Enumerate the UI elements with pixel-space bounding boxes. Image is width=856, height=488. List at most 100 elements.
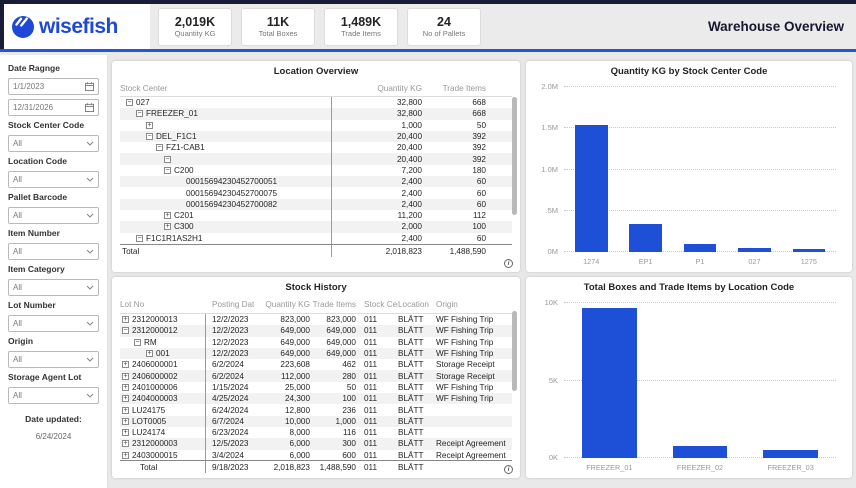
table-row[interactable]: + C300 2,000 100 — [120, 221, 512, 232]
column-header-trade-items[interactable]: Trade Items — [422, 84, 486, 93]
table-row[interactable]: 00015694230452700051 2,400 60 — [120, 176, 512, 187]
table-row[interactable]: + 2404000003 4/25/2024 24,300 100 011 BL… — [120, 393, 512, 404]
expand-collapse-icon[interactable]: + — [122, 395, 129, 402]
calendar-icon[interactable] — [85, 103, 94, 112]
origin-cell: Receipt Agreement — [434, 439, 512, 448]
table-row[interactable]: + LU24175 6/24/2024 12,800 236 011 BLÅTT — [120, 404, 512, 415]
expand-collapse-icon[interactable]: − — [122, 327, 129, 334]
expand-collapse-icon[interactable]: + — [122, 407, 129, 414]
expand-collapse-icon[interactable]: − — [146, 133, 153, 140]
origin-cell: Receipt Agreement — [434, 451, 512, 460]
expand-collapse-icon[interactable]: + — [122, 440, 129, 447]
bar-FREEZER_01[interactable] — [582, 308, 636, 458]
stock-center-cell: 011 — [356, 406, 398, 415]
table-row[interactable]: + 2403000015 3/4/2024 6,000 600 011 BLÅT… — [120, 450, 512, 460]
expand-collapse-icon[interactable]: + — [122, 452, 129, 459]
table-row[interactable]: + 1,000 50 — [120, 120, 512, 131]
expand-collapse-icon[interactable]: − — [164, 167, 171, 174]
table-row[interactable]: + 2401000006 1/15/2024 25,000 50 011 BLÅ… — [120, 382, 512, 393]
table-row[interactable]: − C200 7,200 180 — [120, 165, 512, 176]
filter-dropdown[interactable]: All — [8, 171, 99, 188]
vertical-scrollbar[interactable] — [512, 311, 517, 391]
table-row[interactable]: − FZ1-CAB1 20,400 392 — [120, 142, 512, 153]
table-row[interactable]: − DEL_F1C1 20,400 392 — [120, 131, 512, 142]
table-row[interactable]: + 001 12/2/2023 649,000 649,000 011 BLÅT… — [120, 348, 512, 359]
filter-dropdown[interactable]: All — [8, 243, 99, 260]
table-row[interactable]: − F1C1R1AS2H1 2,400 60 — [120, 233, 512, 244]
bar-FREEZER_02[interactable] — [673, 446, 727, 458]
expand-collapse-icon[interactable]: − — [136, 110, 143, 117]
filter-dropdown[interactable]: All — [8, 315, 99, 332]
filter-group: Storage Agent Lot All — [8, 372, 99, 404]
vertical-scrollbar[interactable] — [512, 97, 517, 215]
table-row[interactable]: − 027 32,800 668 — [120, 97, 512, 108]
filter-label: Lot Number — [8, 300, 99, 310]
bar-P1[interactable] — [684, 244, 717, 252]
expand-collapse-icon[interactable]: − — [126, 99, 133, 106]
bar-1274[interactable] — [575, 125, 608, 252]
filter-dropdown[interactable]: All — [8, 135, 99, 152]
column-header-trade-items[interactable]: Trade Items — [310, 300, 356, 309]
bar-1275[interactable] — [793, 249, 826, 252]
posting-date-cell: 12/2/2023 — [206, 315, 254, 324]
table-row[interactable]: − RM 12/2/2023 649,000 649,000 011 BLÅTT… — [120, 337, 512, 348]
expand-collapse-icon[interactable]: + — [122, 361, 129, 368]
table-row[interactable]: + C201 11,200 112 — [120, 210, 512, 221]
calendar-icon[interactable] — [85, 82, 94, 91]
column-header-location[interactable]: Location — [398, 300, 434, 309]
kpi-card[interactable]: 24 No of Pallets — [407, 8, 481, 46]
table-row[interactable]: + LU24174 6/23/2024 8,000 116 011 BLÅTT — [120, 427, 512, 438]
table-row[interactable]: − 2312000012 12/2/2023 649,000 649,000 0… — [120, 325, 512, 336]
column-header-quantity-kg[interactable]: Quantity KG ▼ — [254, 300, 310, 309]
bar-027[interactable] — [738, 248, 771, 252]
trade-items-cell: 60 — [422, 234, 486, 243]
bar-EP1[interactable] — [629, 224, 662, 252]
date-from-input[interactable]: 1/1/2023 — [8, 78, 99, 95]
table-row[interactable]: 00015694230452700082 2,400 60 — [120, 199, 512, 210]
info-icon[interactable]: i — [504, 465, 513, 474]
kpi-card[interactable]: 1,489K Trade Items — [324, 8, 398, 46]
expand-collapse-icon[interactable]: + — [122, 384, 129, 391]
column-header-lot-no[interactable]: Lot No — [120, 300, 206, 309]
table-row[interactable]: 00015694230452700075 2,400 60 — [120, 187, 512, 198]
info-icon[interactable]: i — [504, 259, 513, 268]
table-row[interactable]: − 20,400 392 — [120, 153, 512, 164]
date-range-label: Date Ragnge — [8, 63, 99, 73]
expand-collapse-icon[interactable]: + — [122, 373, 129, 380]
filter-dropdown[interactable]: All — [8, 207, 99, 224]
expand-collapse-icon[interactable]: + — [122, 316, 129, 323]
bar-FREEZER_03[interactable] — [763, 450, 817, 458]
expand-collapse-icon[interactable]: + — [122, 418, 129, 425]
expand-collapse-icon[interactable]: − — [136, 235, 143, 242]
chart-title: Total Boxes and Trade Items by Location … — [526, 277, 852, 293]
column-header-origin[interactable]: Origin — [434, 300, 512, 309]
expand-collapse-icon[interactable]: + — [164, 223, 171, 230]
expand-collapse-icon[interactable]: + — [164, 212, 171, 219]
expand-collapse-icon[interactable]: + — [146, 350, 153, 357]
column-header-quantity-kg[interactable]: Quantity KG — [332, 84, 422, 93]
filter-dropdown[interactable]: All — [8, 279, 99, 296]
expand-collapse-icon[interactable]: + — [122, 429, 129, 436]
table-row[interactable]: − FREEZER_01 32,800 668 — [120, 108, 512, 119]
expand-collapse-icon[interactable]: + — [146, 122, 153, 129]
location-cell: BLÅTT — [398, 338, 434, 347]
column-header-stock-center[interactable]: Stock Center — [120, 84, 332, 93]
table-row[interactable]: + 2312000013 12/2/2023 823,000 823,000 0… — [120, 314, 512, 325]
date-to-input[interactable]: 12/31/2026 — [8, 99, 99, 116]
column-header-stock-center[interactable]: Stock Center — [356, 300, 398, 309]
expand-collapse-icon[interactable]: − — [156, 144, 163, 151]
kpi-card[interactable]: 11K Total Boxes — [241, 8, 315, 46]
stock-center-cell: 011 — [356, 349, 398, 358]
stock-center-cell: FZ1-CAB1 — [166, 143, 205, 152]
filter-dropdown[interactable]: All — [8, 387, 99, 404]
trade-items-cell: 392 — [422, 155, 486, 164]
table-row[interactable]: + 2406000002 6/2/2024 112,000 280 011 BL… — [120, 370, 512, 381]
table-row[interactable]: + 2406000001 6/2/2024 223,608 462 011 BL… — [120, 359, 512, 370]
filter-dropdown[interactable]: All — [8, 351, 99, 368]
column-header-posting-date[interactable]: Posting Date — [206, 300, 254, 309]
expand-collapse-icon[interactable]: − — [134, 339, 141, 346]
table-row[interactable]: + 2312000003 12/5/2023 6,000 300 011 BLÅ… — [120, 438, 512, 449]
expand-collapse-icon[interactable]: − — [164, 156, 171, 163]
table-row[interactable]: + LOT0005 6/7/2024 10,000 1,000 011 BLÅT… — [120, 416, 512, 427]
kpi-card[interactable]: 2,019K Quantity KG — [158, 8, 232, 46]
